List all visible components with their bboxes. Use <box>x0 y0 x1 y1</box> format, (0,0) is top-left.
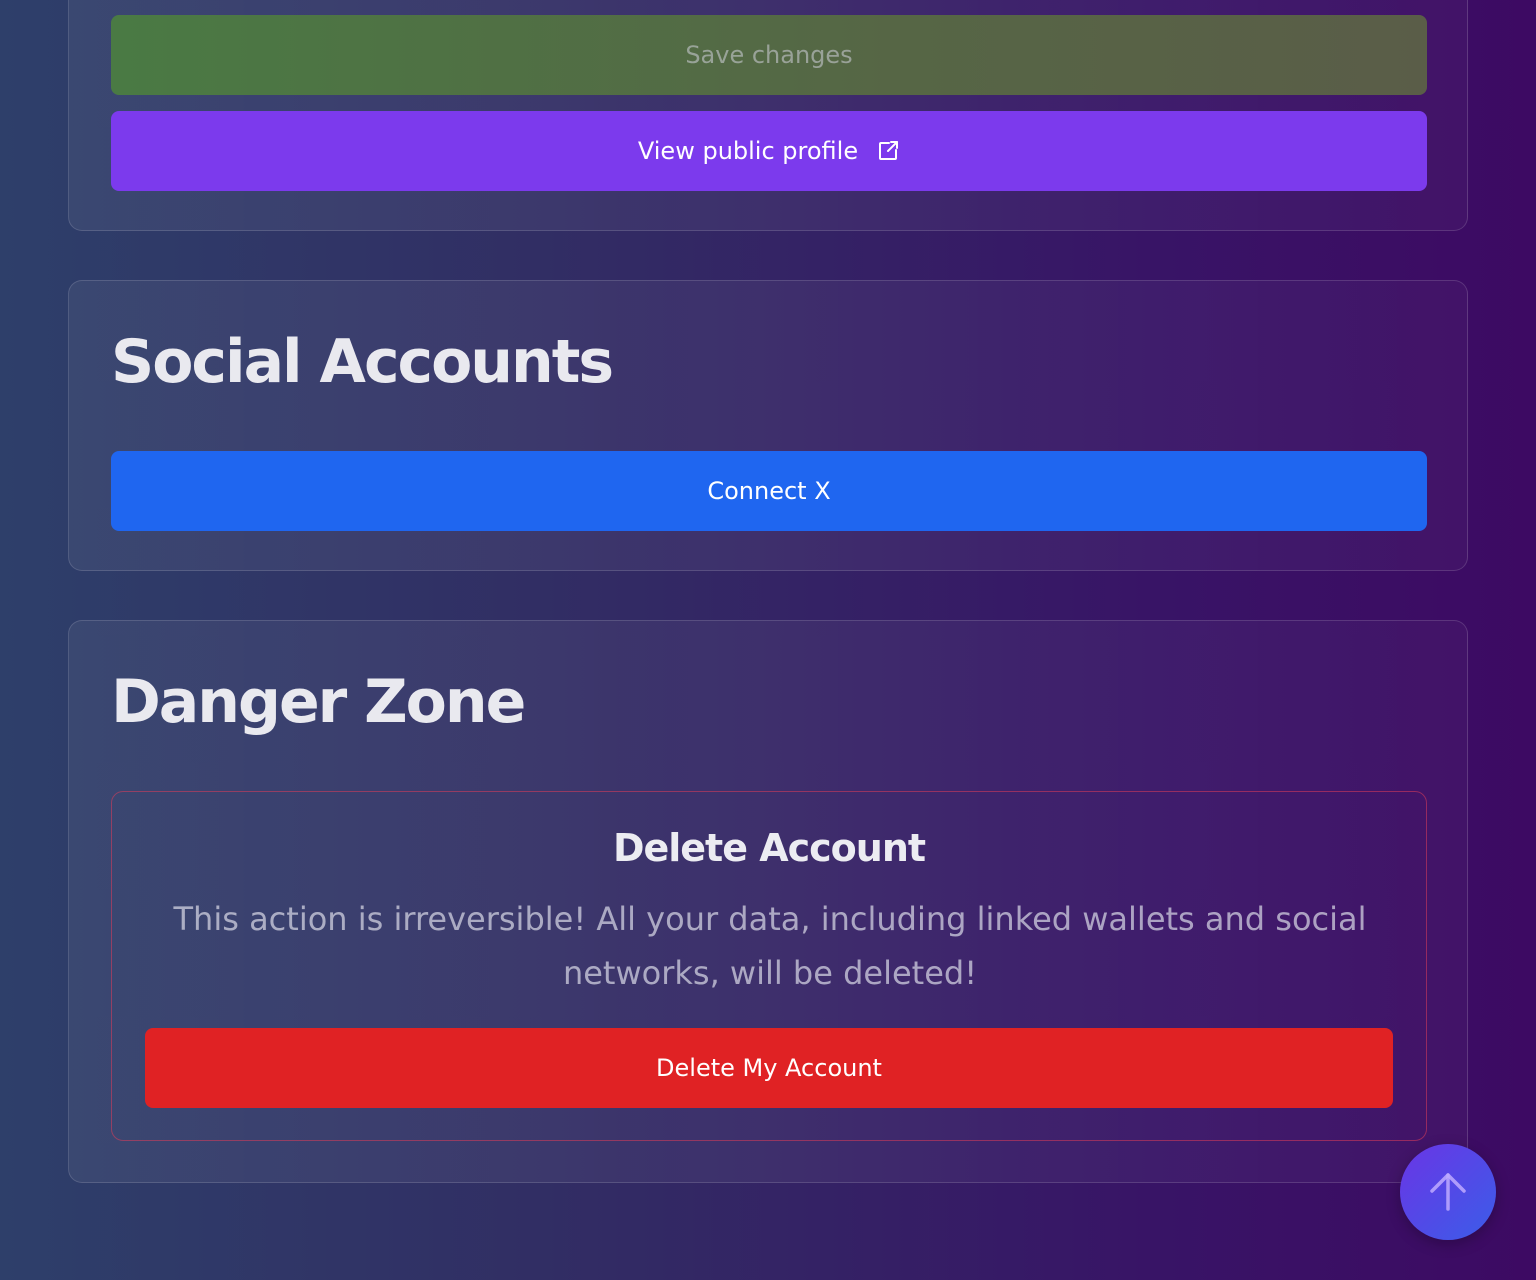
danger-zone-title: Danger Zone <box>111 667 526 737</box>
view-public-profile-button[interactable]: View public profile <box>111 111 1427 191</box>
connect-x-label: Connect X <box>707 477 831 505</box>
external-link-icon <box>876 139 900 163</box>
delete-my-account-button[interactable]: Delete My Account <box>145 1028 1393 1108</box>
social-accounts-title: Social Accounts <box>111 327 614 397</box>
view-public-profile-label: View public profile <box>637 137 859 165</box>
delete-account-title: Delete Account <box>612 826 926 870</box>
delete-my-account-label: Delete My Account <box>656 1054 882 1082</box>
arrow-up-icon <box>1424 1167 1472 1218</box>
danger-zone-card: Danger Zone Delete Account This action i… <box>68 620 1468 1183</box>
scroll-to-top-button[interactable] <box>1400 1144 1496 1240</box>
connect-x-button[interactable]: Connect X <box>111 451 1427 531</box>
delete-account-panel: Delete Account This action is irreversib… <box>111 791 1427 1141</box>
save-changes-button[interactable]: Save changes <box>111 15 1427 95</box>
save-changes-label: Save changes <box>685 41 853 69</box>
social-accounts-card: Social Accounts Connect X <box>68 280 1468 571</box>
profile-card: Save changes View public profile <box>68 0 1468 231</box>
delete-account-warning: This action is irreversible! All your da… <box>173 900 1367 992</box>
